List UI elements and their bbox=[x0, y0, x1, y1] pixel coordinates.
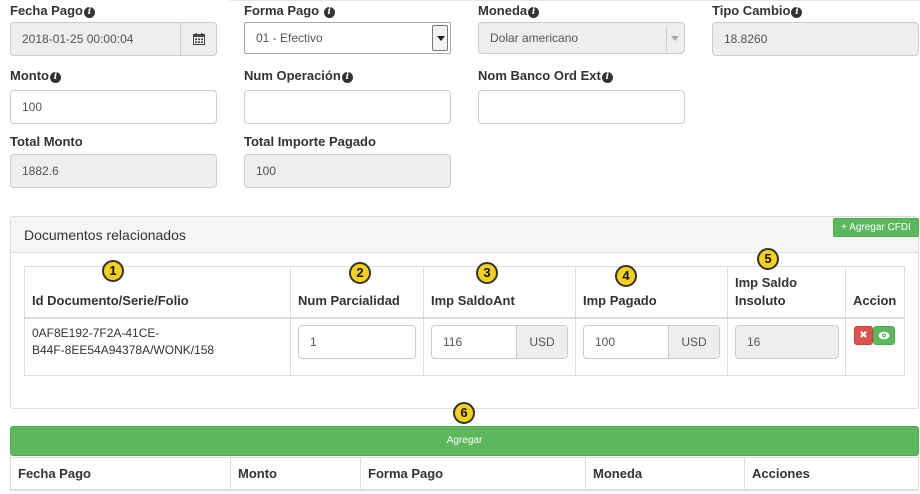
pagos-header-monto: Monto bbox=[238, 466, 277, 481]
total-importe-label: Total Importe Pagado bbox=[244, 134, 376, 149]
tipo-cambio-label: Tipo Cambio i bbox=[712, 3, 803, 18]
total-monto-input: 1882.6 bbox=[10, 154, 217, 188]
col-divider bbox=[744, 457, 745, 491]
header-imp-pagado: Imp Pagado bbox=[583, 293, 657, 308]
num-parcialidad-input[interactable]: 1 bbox=[298, 325, 416, 359]
header-accion: Accion bbox=[853, 293, 897, 308]
nom-banco-input[interactable] bbox=[478, 90, 685, 124]
currency-addon: USD bbox=[668, 326, 719, 358]
forma-pago-select[interactable]: 01 - Efectivo bbox=[244, 22, 451, 54]
monto-input[interactable]: 100 bbox=[10, 90, 217, 124]
col-divider bbox=[290, 266, 291, 376]
col-divider bbox=[423, 266, 424, 376]
cell-id-documento: 0AF8E192-7F2A-41CE- B44F-8EE54A94378A/WO… bbox=[32, 326, 215, 357]
calendar-button[interactable] bbox=[180, 23, 216, 55]
eye-icon bbox=[878, 331, 890, 340]
header-id-documento: Id Documento/Serie/Folio bbox=[32, 293, 189, 308]
moneda-label: Moneda i bbox=[478, 3, 540, 18]
imp-saldo-insoluto-input: 16 bbox=[735, 325, 839, 359]
num-operacion-label: Num Operación i bbox=[244, 68, 353, 83]
num-operacion-input[interactable] bbox=[244, 90, 451, 124]
marker-6: 6 bbox=[453, 402, 475, 424]
info-icon[interactable]: i bbox=[49, 72, 61, 83]
calendar-icon bbox=[192, 33, 205, 45]
info-icon[interactable]: i bbox=[791, 7, 803, 18]
total-importe-input: 100 bbox=[244, 154, 451, 188]
delete-button[interactable]: ✖ bbox=[854, 326, 873, 345]
info-icon[interactable]: i bbox=[83, 7, 95, 18]
remove-icon: ✖ bbox=[859, 330, 868, 341]
documentos-panel-header: Documentos relacionados bbox=[11, 217, 918, 253]
table-header-divider bbox=[24, 317, 905, 319]
fecha-pago-label: Fecha Pago i bbox=[10, 3, 95, 18]
marker-2: 2 bbox=[349, 262, 371, 284]
info-icon[interactable]: i bbox=[601, 72, 613, 83]
pagos-header-fecha-pago: Fecha Pago bbox=[18, 466, 91, 481]
col-divider bbox=[585, 457, 586, 491]
marker-3: 3 bbox=[476, 262, 498, 284]
pagos-header-forma-pago: Forma Pago bbox=[368, 466, 444, 481]
header-imp-saldo-ant: Imp SaldoAnt bbox=[431, 293, 515, 308]
col-divider bbox=[360, 457, 361, 491]
marker-4: 4 bbox=[615, 265, 637, 287]
chevron-down-icon[interactable] bbox=[432, 25, 448, 51]
fecha-pago-input[interactable]: 2018-01-25 00:00:04 bbox=[10, 22, 217, 56]
marker-1: 1 bbox=[102, 260, 124, 282]
agregar-cfdi-button[interactable]: + Agregar CFDI bbox=[833, 218, 919, 237]
col-divider bbox=[845, 266, 846, 376]
info-icon[interactable]: i bbox=[528, 7, 540, 18]
info-icon[interactable]: i bbox=[341, 72, 353, 83]
header-num-parcialidad: Num Parcialidad bbox=[298, 293, 400, 308]
pagos-header-acciones: Acciones bbox=[752, 466, 810, 481]
marker-5: 5 bbox=[757, 248, 779, 270]
col-divider bbox=[575, 266, 576, 376]
header-imp-saldo-insoluto: Imp Saldo Insoluto bbox=[735, 275, 798, 308]
tipo-cambio-input[interactable]: 18.8260 bbox=[712, 22, 919, 56]
imp-saldo-ant-input[interactable]: 116 USD bbox=[431, 325, 568, 359]
moneda-select[interactable]: Dolar americano bbox=[478, 22, 685, 54]
info-icon[interactable]: i bbox=[323, 7, 335, 18]
currency-addon: USD bbox=[516, 326, 567, 358]
total-monto-label: Total Monto bbox=[10, 134, 83, 149]
documentos-panel-title: Documentos relacionados bbox=[24, 227, 186, 243]
forma-pago-label: Forma Pago i bbox=[244, 3, 335, 18]
top-border bbox=[230, 0, 920, 1]
monto-label: Monto i bbox=[10, 68, 61, 83]
chevron-down-icon bbox=[666, 26, 682, 52]
agregar-button[interactable]: Agregar bbox=[10, 426, 919, 456]
pagos-header-moneda: Moneda bbox=[593, 466, 643, 481]
view-button[interactable] bbox=[873, 326, 895, 345]
col-divider bbox=[727, 266, 728, 376]
imp-pagado-input[interactable]: 100 USD bbox=[583, 325, 720, 359]
col-divider bbox=[230, 457, 231, 491]
nom-banco-label: Nom Banco Ord Ext i bbox=[478, 68, 613, 83]
